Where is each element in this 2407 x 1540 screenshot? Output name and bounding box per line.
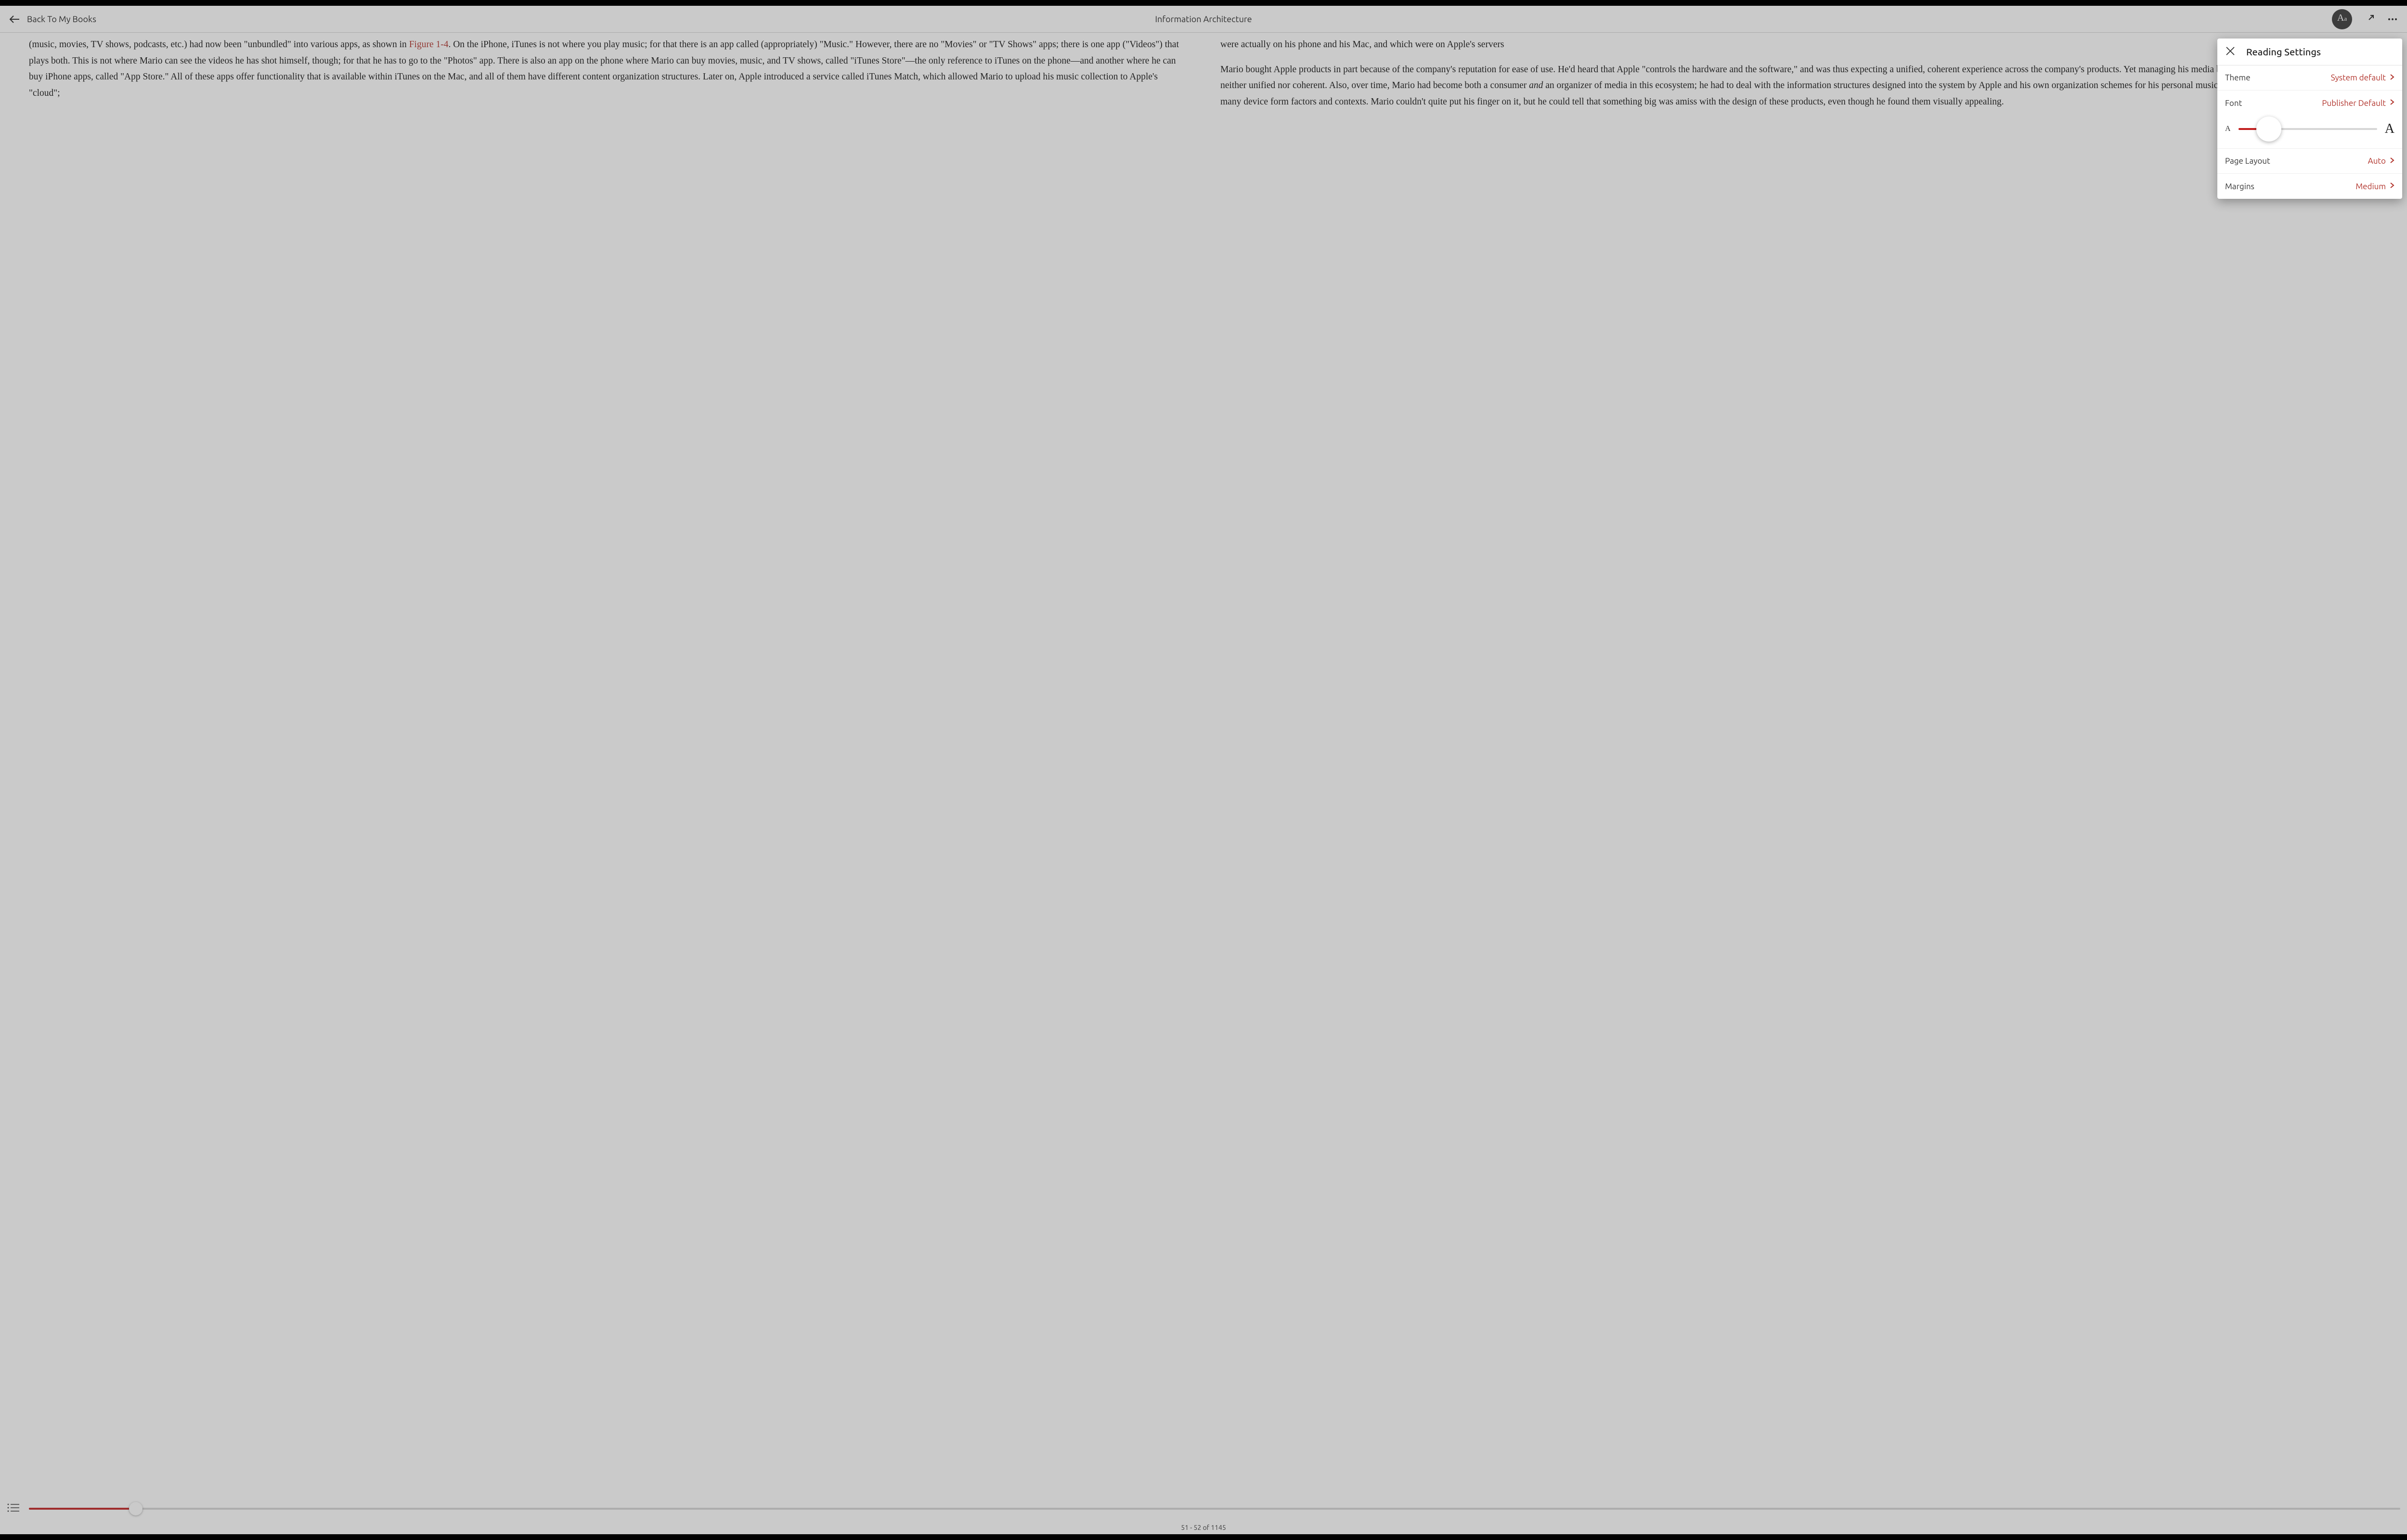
reading-content: (music, movies, TV shows, podcasts, etc.… — [0, 33, 2407, 1499]
reading-progress-slider[interactable] — [29, 1508, 2400, 1510]
footer: 51 - 52 of 1145 — [0, 1499, 2407, 1534]
chevron-right-icon — [2390, 157, 2394, 166]
body-text: were actually on his phone and his Mac, … — [1220, 37, 2378, 53]
right-column: were actually on his phone and his Mac, … — [1220, 37, 2378, 1499]
chevron-right-icon — [2390, 182, 2394, 191]
page-layout-value: Auto — [2368, 156, 2386, 166]
left-column: (music, movies, TV shows, podcasts, etc.… — [29, 37, 1187, 1499]
aa-icon-small: a — [2344, 15, 2347, 22]
back-arrow-icon — [9, 13, 20, 25]
font-size-small-icon: A — [2225, 125, 2231, 133]
font-size-large-icon: A — [2385, 121, 2394, 137]
theme-row[interactable]: Theme System default — [2217, 65, 2402, 91]
page-layout-row[interactable]: Page Layout Auto — [2217, 149, 2402, 174]
margins-label: Margins — [2225, 182, 2254, 191]
close-settings-button[interactable] — [2225, 46, 2236, 58]
aa-icon-large: A — [2337, 13, 2344, 23]
font-size-slider[interactable] — [2239, 128, 2377, 130]
reading-settings-button[interactable]: Aa — [2332, 9, 2352, 29]
page-layout-label: Page Layout — [2225, 156, 2270, 166]
margins-value: Medium — [2355, 182, 2386, 191]
font-value: Publisher Default — [2322, 99, 2386, 108]
app-header: Back To My Books Information Architectur… — [0, 6, 2407, 33]
font-row[interactable]: Font Publisher Default — [2217, 91, 2402, 116]
font-label: Font — [2225, 99, 2242, 108]
figure-link[interactable]: Figure 1-4 — [409, 39, 449, 50]
progress-fill — [29, 1508, 136, 1510]
more-options-button[interactable] — [2387, 13, 2398, 25]
theme-value: System default — [2331, 73, 2386, 82]
back-button[interactable]: Back To My Books — [9, 13, 96, 25]
slider-thumb[interactable] — [2256, 116, 2281, 142]
book-title: Information Architecture — [0, 14, 2407, 24]
progress-thumb[interactable] — [129, 1502, 142, 1515]
reading-settings-popover: Reading Settings Theme System default Fo… — [2217, 39, 2402, 199]
theme-label: Theme — [2225, 73, 2251, 82]
body-text-italic: and — [1529, 80, 1543, 91]
page-indicator: 51 - 52 of 1145 — [0, 1524, 2407, 1531]
back-label: Back To My Books — [27, 14, 96, 24]
body-text: (music, movies, TV shows, podcasts, etc.… — [29, 39, 409, 50]
margins-row[interactable]: Margins Medium — [2217, 174, 2402, 199]
font-section: Font Publisher Default A A — [2217, 91, 2402, 149]
chevron-right-icon — [2390, 99, 2394, 107]
chevron-right-icon — [2390, 74, 2394, 82]
table-of-contents-button[interactable] — [7, 1502, 19, 1515]
settings-title: Reading Settings — [2246, 46, 2321, 57]
fullscreen-button[interactable] — [2365, 14, 2374, 24]
